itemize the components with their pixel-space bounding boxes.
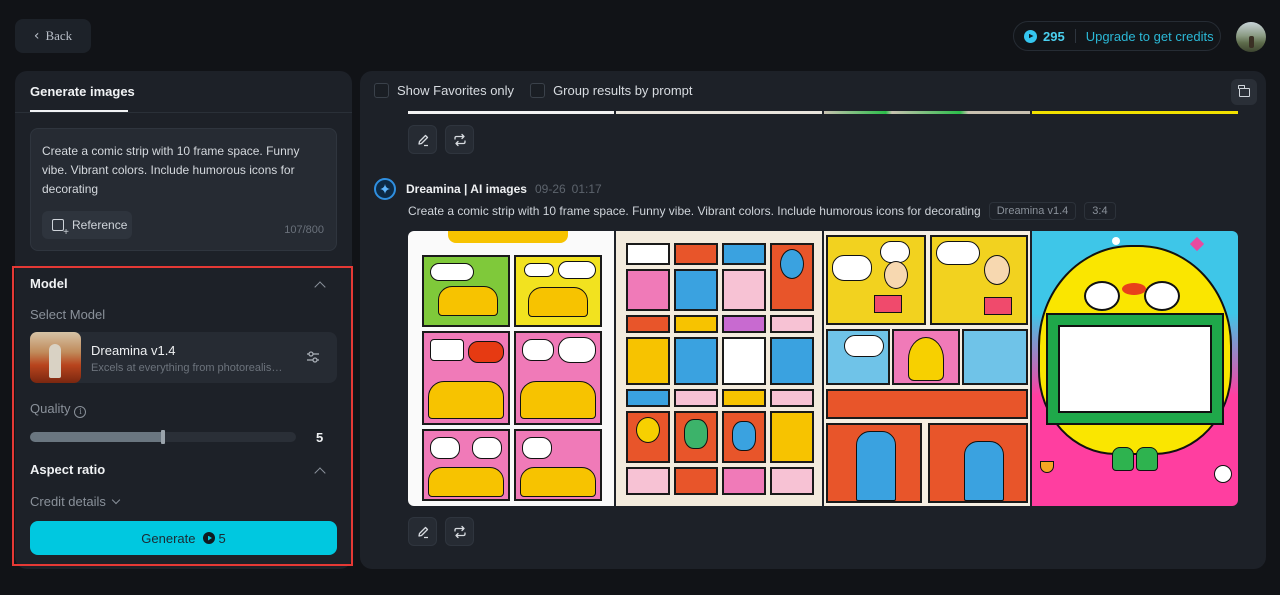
chevron-down-icon [111,495,121,504]
credits-pill: 295 Upgrade to get credits [1013,21,1221,51]
quality-value: 5 [316,430,324,445]
chevron-left-icon: ‹ [33,28,40,44]
prompt-input[interactable]: Create a comic strip with 10 frame space… [30,128,337,251]
active-tab-indicator [30,110,128,112]
pencil-icon [417,134,428,146]
result-image[interactable] [408,231,614,506]
generation-time: 01:17 [571,182,602,196]
aspect-ratio-title: Aspect ratio [30,462,106,477]
favorites-label: Show Favorites only [397,83,515,98]
previous-image-edge[interactable] [616,111,822,114]
repeat-icon [453,133,466,146]
edit-prompt-button[interactable] [408,125,437,154]
favorites-filter[interactable]: Show Favorites only [374,83,514,98]
info-icon[interactable]: i [74,406,87,418]
quality-slider[interactable] [30,430,296,444]
panel-tabbar: Generate images [15,71,352,113]
generate-cost-value: 5 [218,530,226,546]
ratio-tag: 3:4 [1084,202,1116,220]
quality-label: Quality i [30,401,87,418]
image-add-icon [52,219,69,238]
previous-image-edge[interactable] [408,111,614,114]
group-by-prompt-filter[interactable]: Group results by prompt [530,83,693,98]
results-panel: Show Favorites only Group results by pro… [360,71,1266,569]
result-image[interactable] [1032,231,1238,506]
result-image[interactable] [616,231,822,506]
back-button[interactable]: ‹ Back [15,19,91,53]
char-count: 107/800 [284,224,324,236]
repeat-icon [453,525,466,538]
select-model-label: Select Model [30,307,106,322]
group-by-prompt-checkbox[interactable] [530,83,546,98]
group-by-prompt-label: Group results by prompt [553,83,693,98]
generate-panel: Generate images Create a comic strip wit… [15,71,352,569]
previous-image-edge[interactable] [1032,111,1238,114]
credit-coin-icon [203,532,216,544]
model-thumbnail [30,332,81,383]
generation-header: Dreamina | AI images 09-26 01:17 [374,178,602,200]
generate-cost: 5 [203,530,226,546]
back-label: Back [45,28,73,43]
model-selector[interactable]: Dreamina v1.4 Excels at everything from … [30,332,337,383]
previous-image-edge[interactable] [824,111,1030,114]
model-section-title: Model [30,276,68,291]
tab-generate-images[interactable]: Generate images [30,84,135,99]
folder-icon [1238,84,1250,97]
quality-slider-thumb[interactable] [161,430,165,444]
divider [1074,29,1076,43]
user-avatar[interactable] [1236,22,1266,52]
generation-prompt[interactable]: Create a comic strip with 10 frame space… [408,204,981,218]
prompt-text[interactable]: Create a comic strip with 10 frame space… [42,142,327,199]
credit-details-label: Credit details [30,494,106,509]
folder-button[interactable] [1231,79,1257,105]
regenerate-button[interactable] [445,125,474,154]
regenerate-button[interactable] [445,517,474,546]
credit-coin-icon [1024,29,1037,43]
reference-button[interactable]: Reference [42,211,132,239]
dreamina-logo-icon [374,178,396,200]
quality-label-text: Quality [30,401,71,416]
settings-sliders-icon[interactable] [306,350,320,364]
generation-prompt-row: Create a comic strip with 10 frame space… [408,202,1116,220]
filter-bar: Show Favorites only Group results by pro… [374,83,693,98]
generation-source: Dreamina | AI images [406,182,527,196]
quality-slider-fill [30,432,163,442]
chevron-up-icon[interactable] [314,281,326,293]
generate-button[interactable]: Generate 5 [30,521,337,555]
result-images [408,231,1238,506]
model-name: Dreamina v1.4 [91,343,176,358]
chevron-up-icon[interactable] [314,467,326,479]
credit-details-toggle[interactable]: Credit details [30,494,121,509]
edit-prompt-button[interactable] [408,517,437,546]
model-description: Excels at everything from photorealism t… [91,362,291,374]
generation-date: 09-26 [534,182,566,196]
credits-count: 295 [1043,28,1065,44]
result-image[interactable] [824,231,1030,506]
pencil-icon [417,526,428,538]
reference-label: Reference [72,218,128,232]
upgrade-link[interactable]: Upgrade to get credits [1086,29,1214,44]
favorites-checkbox[interactable] [374,83,389,98]
model-tag: Dreamina v1.4 [988,202,1077,220]
generate-label: Generate [141,530,196,546]
